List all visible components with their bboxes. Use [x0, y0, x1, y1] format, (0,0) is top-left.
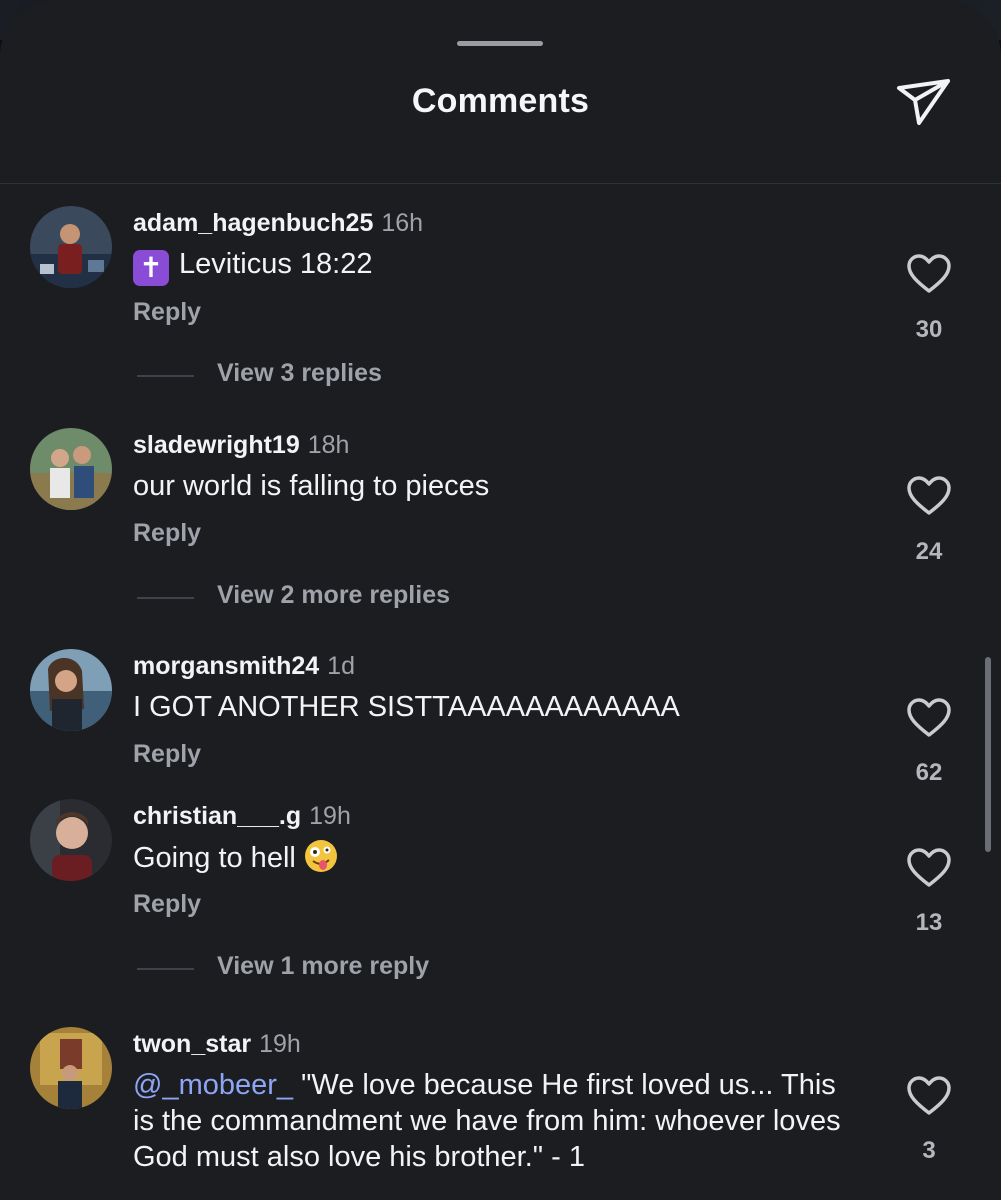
timestamp: 1d [327, 652, 355, 680]
heart-icon[interactable] [906, 697, 952, 739]
mention-link[interactable]: @_mobeer_ [133, 1069, 293, 1101]
username[interactable]: christian___.g [133, 802, 301, 830]
header-divider [0, 183, 1001, 184]
timestamp: 19h [259, 1030, 301, 1058]
timestamp: 18h [307, 431, 350, 459]
view-replies-label[interactable]: View 3 replies [217, 359, 382, 388]
comment-meta: christian___.g 19h [133, 802, 351, 831]
timestamp: 19h [309, 802, 351, 830]
comment-body: Going to hell [133, 842, 296, 874]
comment-meta: morgansmith24 1d [133, 652, 355, 681]
comment-text: Going to hell [133, 839, 863, 876]
comment-text: I GOT ANOTHER SISTTAAAAAAAAAAAA [133, 691, 680, 723]
reply-button[interactable]: Reply [133, 890, 201, 919]
heart-icon[interactable] [906, 475, 952, 517]
avatar[interactable] [30, 1027, 112, 1109]
heart-icon[interactable] [906, 253, 952, 295]
comment-meta: adam_hagenbuch25 16h [133, 209, 423, 238]
scrollbar[interactable] [985, 657, 991, 852]
timestamp: 16h [381, 209, 424, 237]
paper-plane-icon[interactable] [893, 72, 955, 130]
reply-button[interactable]: Reply [133, 298, 201, 327]
comments-sheet: Comments adam_hagenbuch25 16h ✝ Leviticus … [0, 0, 1001, 1200]
like-count: 3 [922, 1137, 936, 1164]
replies-divider [137, 597, 194, 599]
drag-handle[interactable] [457, 41, 543, 46]
avatar[interactable] [30, 428, 112, 510]
latin-cross-icon: ✝ [133, 250, 169, 286]
comment-text: ✝ Leviticus 18:22 [133, 246, 863, 286]
like-count: 30 [915, 316, 943, 343]
username[interactable]: twon_star [133, 1030, 251, 1058]
heart-icon[interactable] [906, 847, 952, 889]
comment-text: our world is falling to pieces [133, 470, 490, 502]
comment-body: Leviticus 18:22 [179, 248, 373, 280]
like-count: 62 [915, 759, 943, 786]
zany-face-emoji-icon [304, 839, 338, 873]
comment-meta: sladewright19 18h [133, 431, 349, 460]
username[interactable]: morgansmith24 [133, 652, 319, 680]
comment-text: @_mobeer_ "We love because He first love… [133, 1067, 863, 1175]
replies-divider [137, 968, 194, 970]
username[interactable]: adam_hagenbuch25 [133, 209, 373, 237]
reply-button[interactable]: Reply [133, 740, 201, 769]
like-count: 24 [915, 538, 943, 565]
avatar[interactable] [30, 649, 112, 731]
heart-icon[interactable] [906, 1075, 952, 1117]
username[interactable]: sladewright19 [133, 431, 300, 459]
comment-meta: twon_star 19h [133, 1030, 301, 1059]
replies-divider [137, 375, 194, 377]
avatar[interactable] [30, 206, 112, 288]
like-count: 13 [915, 909, 943, 936]
reply-button[interactable]: Reply [133, 519, 201, 548]
sheet-title: Comments [411, 82, 590, 120]
view-replies-label[interactable]: View 1 more reply [217, 952, 429, 981]
avatar[interactable] [30, 799, 112, 881]
view-replies-label[interactable]: View 2 more replies [217, 581, 450, 610]
